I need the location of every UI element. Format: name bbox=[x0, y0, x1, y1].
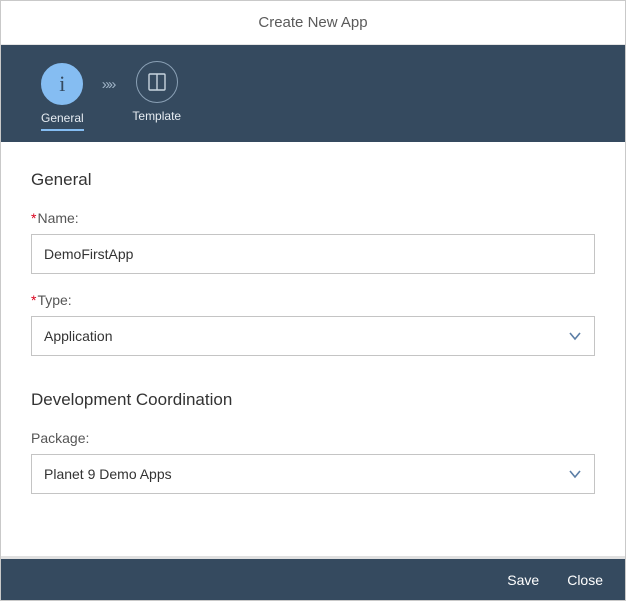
wizard-step-label: General bbox=[41, 111, 84, 125]
dialog-footer: Save Close bbox=[1, 556, 625, 600]
wizard-step-template[interactable]: Template bbox=[132, 61, 181, 127]
save-button[interactable]: Save bbox=[507, 572, 539, 588]
name-label: *Name: bbox=[31, 210, 595, 226]
wizard-step-general[interactable]: i General bbox=[41, 63, 84, 131]
package-label: Package: bbox=[31, 430, 595, 446]
field-type: *Type: Application bbox=[31, 292, 595, 356]
required-marker: * bbox=[31, 210, 36, 226]
type-select[interactable]: Application bbox=[31, 316, 595, 356]
package-select[interactable]: Planet 9 Demo Apps bbox=[31, 454, 595, 494]
chevron-down-icon bbox=[568, 467, 582, 481]
dialog-title: Create New App bbox=[258, 14, 367, 31]
type-select-value: Application bbox=[44, 328, 113, 344]
wizard-step-label: Template bbox=[132, 109, 181, 123]
field-package: Package: Planet 9 Demo Apps bbox=[31, 430, 595, 494]
package-select-value: Planet 9 Demo Apps bbox=[44, 466, 172, 482]
wizard-bar: i General »» Template bbox=[1, 45, 625, 142]
section-title-devcoord: Development Coordination bbox=[31, 390, 595, 410]
chevron-down-icon bbox=[568, 329, 582, 343]
wizard-separator-icon: »» bbox=[102, 76, 115, 93]
template-icon bbox=[136, 61, 178, 103]
dialog-header: Create New App bbox=[1, 1, 625, 45]
dialog-body: General *Name: *Type: Application Develo… bbox=[1, 142, 625, 556]
close-button[interactable]: Close bbox=[567, 572, 603, 588]
type-label: *Type: bbox=[31, 292, 595, 308]
section-title-general: General bbox=[31, 170, 595, 190]
info-icon: i bbox=[41, 63, 83, 105]
required-marker: * bbox=[31, 292, 36, 308]
field-name: *Name: bbox=[31, 210, 595, 274]
name-input[interactable] bbox=[31, 234, 595, 274]
